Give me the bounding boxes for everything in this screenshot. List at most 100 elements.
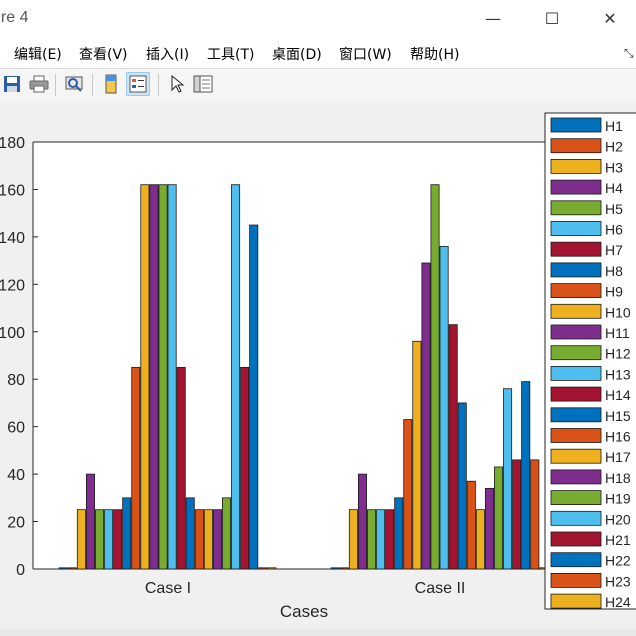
legend-swatch-H22 bbox=[550, 552, 602, 568]
legend-swatch-H8 bbox=[550, 262, 602, 278]
y-tick-label: 180 bbox=[0, 135, 25, 152]
bar-H17-case-i bbox=[203, 509, 213, 570]
bar-H21-case-ii bbox=[512, 459, 522, 570]
bar-H17-case-ii bbox=[475, 509, 485, 570]
menu-desktop[interactable]: 桌面(D) bbox=[272, 44, 322, 64]
bar-H22-case-i bbox=[249, 224, 259, 570]
window-bottom-edge bbox=[0, 629, 636, 636]
legend-label-H12: H12 bbox=[605, 346, 631, 362]
menu-insert[interactable]: 插入(I) bbox=[146, 44, 189, 64]
y-tick-label: 140 bbox=[0, 230, 25, 247]
legend-label-H8: H8 bbox=[605, 263, 623, 279]
bar-H21-case-i bbox=[240, 366, 250, 570]
bar-H9-case-i bbox=[131, 366, 141, 570]
legend-swatch-H17 bbox=[550, 448, 602, 464]
y-tick-label: 20 bbox=[7, 515, 25, 532]
x-tick-label: Case II bbox=[415, 580, 466, 597]
print-icon[interactable] bbox=[27, 72, 51, 96]
bar-H18-case-ii bbox=[484, 487, 494, 570]
legend-label-H9: H9 bbox=[605, 284, 623, 300]
bar-H16-case-ii bbox=[466, 480, 476, 570]
legend-label-H21: H21 bbox=[605, 532, 631, 548]
y-tick-label: 0 bbox=[16, 562, 25, 579]
bar-H4-case-ii bbox=[357, 473, 367, 570]
dock-arrow-icon[interactable]: ⤡ bbox=[624, 46, 634, 61]
maximize-button[interactable]: ☐ bbox=[532, 4, 572, 34]
y-tick-label: 80 bbox=[7, 372, 25, 389]
bar-H1-case-i bbox=[58, 567, 68, 570]
legend-icon[interactable] bbox=[126, 72, 150, 96]
legend-label-H5: H5 bbox=[605, 201, 623, 217]
bar-H19-case-ii bbox=[494, 466, 504, 570]
close-button[interactable]: ✕ bbox=[590, 4, 630, 34]
bar-H11-case-ii bbox=[421, 262, 431, 570]
bar-H15-case-i bbox=[185, 497, 195, 570]
window-title: ure 4 bbox=[0, 9, 29, 26]
y-tick-label: 160 bbox=[0, 182, 25, 199]
bar-H2-case-i bbox=[67, 567, 77, 570]
legend-swatch-H21 bbox=[550, 531, 602, 547]
bar-H23-case-ii bbox=[530, 459, 540, 570]
legend-swatch-H16 bbox=[550, 428, 602, 443]
menu-edit[interactable]: 编辑(E) bbox=[14, 44, 62, 64]
legend-swatch-H18 bbox=[550, 469, 602, 485]
legend-swatch-H14 bbox=[550, 386, 602, 402]
bar-H16-case-i bbox=[194, 509, 204, 570]
legend-label-H14: H14 bbox=[605, 387, 631, 403]
legend-swatch-H23 bbox=[550, 572, 602, 588]
bar-H20-case-i bbox=[231, 184, 241, 570]
save-icon[interactable] bbox=[0, 72, 24, 96]
legend-label-H11: H11 bbox=[605, 325, 630, 341]
colorbar-icon[interactable] bbox=[99, 72, 123, 96]
bar-H18-case-i bbox=[212, 509, 222, 570]
bar-H10-case-ii bbox=[412, 340, 422, 570]
bar-H13-case-ii bbox=[439, 245, 449, 570]
legend-swatch-H15 bbox=[550, 407, 602, 423]
menu-view[interactable]: 查看(V) bbox=[79, 44, 128, 64]
menu-bar: 编辑(E) 查看(V) 插入(I) 工具(T) 桌面(D) 窗口(W) 帮助(H… bbox=[0, 38, 636, 68]
legend-label-H1: H1 bbox=[605, 118, 623, 134]
legend-label-H4: H4 bbox=[605, 180, 623, 196]
legend-swatch-H3 bbox=[550, 159, 602, 174]
menu-tools[interactable]: 工具(T) bbox=[207, 44, 254, 64]
menu-help[interactable]: 帮助(H) bbox=[410, 44, 459, 64]
menu-window[interactable]: 窗口(W) bbox=[339, 44, 392, 64]
bar-H3-case-ii bbox=[348, 509, 358, 570]
x-axis-label: Cases bbox=[280, 602, 328, 621]
toolbar-separator bbox=[92, 74, 93, 96]
bar-H4-case-i bbox=[85, 473, 95, 570]
property-editor-icon[interactable] bbox=[191, 72, 215, 96]
bar-H6-case-ii bbox=[376, 509, 386, 570]
toolbar-separator bbox=[158, 74, 159, 96]
legend-label-H19: H19 bbox=[605, 491, 631, 507]
y-tick-label: 120 bbox=[0, 277, 25, 294]
bar-H23-case-i bbox=[258, 567, 268, 570]
bar-H10-case-i bbox=[140, 184, 150, 570]
legend-label-H20: H20 bbox=[605, 511, 631, 527]
pointer-icon[interactable] bbox=[165, 72, 189, 96]
bar-H8-case-ii bbox=[394, 497, 404, 570]
bar-H24-case-i bbox=[267, 567, 277, 570]
bar-H19-case-i bbox=[222, 497, 232, 570]
print-preview-icon[interactable] bbox=[62, 72, 86, 96]
legend-swatch-H20 bbox=[550, 510, 602, 526]
legend-label-H16: H16 bbox=[605, 429, 631, 445]
minimize-button[interactable]: — bbox=[473, 4, 513, 34]
legend-label-H7: H7 bbox=[605, 242, 623, 258]
legend-label-H13: H13 bbox=[605, 366, 631, 382]
legend-swatch-H12 bbox=[550, 345, 602, 361]
legend-label-H6: H6 bbox=[605, 222, 623, 238]
bar-H5-case-ii bbox=[367, 509, 377, 570]
legend-swatch-H9 bbox=[550, 283, 602, 299]
legend-swatch-H1 bbox=[550, 117, 602, 133]
bar-H9-case-ii bbox=[403, 419, 413, 570]
legend-label-H10: H10 bbox=[605, 304, 631, 320]
bar-H7-case-i bbox=[113, 509, 123, 570]
bar-H3-case-i bbox=[76, 509, 86, 570]
bar-H14-case-i bbox=[176, 366, 186, 570]
bar-H1-case-ii bbox=[330, 567, 340, 570]
toolbar bbox=[0, 68, 636, 102]
legend-swatch-H13 bbox=[550, 365, 602, 381]
legend-label-H22: H22 bbox=[605, 553, 631, 569]
figure-canvas: 0 20 40 60 80 100 120 140 160 180 Case I Case II Cas… bbox=[0, 101, 636, 629]
